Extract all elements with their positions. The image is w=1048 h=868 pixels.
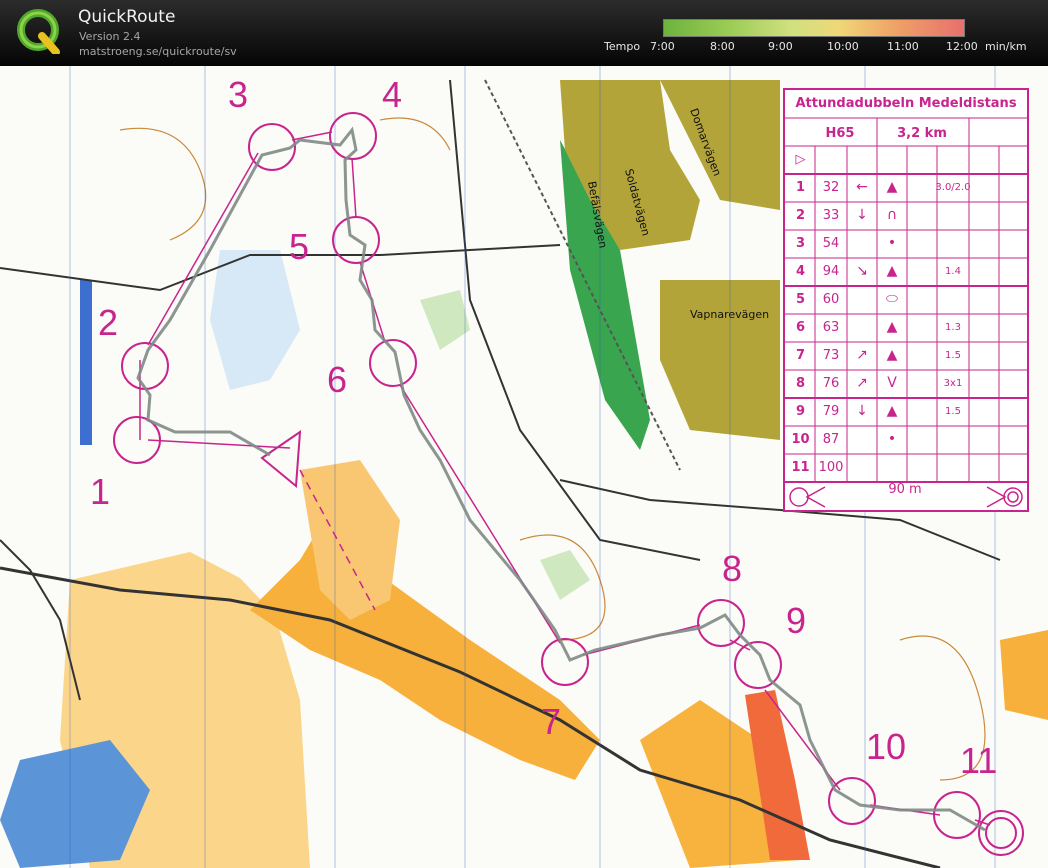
control-row-code: 73 [822, 348, 840, 363]
control-row-direction: ↓ [856, 403, 868, 419]
tempo-tick: 7:00 [650, 40, 675, 53]
control-row-number: 3 [795, 236, 806, 251]
control-row-dimension: 3x1 [943, 378, 963, 389]
tempo-tick: 8:00 [710, 40, 735, 53]
control-number-5: 5 [289, 226, 310, 267]
control-row-number: 7 [795, 348, 806, 363]
control-row-number: 2 [795, 208, 806, 223]
control-row-code: 33 [822, 208, 840, 223]
finish-circle-icon [986, 486, 1023, 508]
tempo-tick: 9:00 [768, 40, 793, 53]
control-row-feature: ▲ [886, 403, 898, 419]
control-row-direction: ↘ [856, 263, 868, 279]
tempo-tick: 11:00 [887, 40, 919, 53]
control-row-code: 76 [822, 376, 840, 391]
control-description-card: Attundadubbeln Medeldistans H65 3,2 km ▷… [783, 88, 1029, 512]
title-bar: QuickRoute Version 2.4 matstroeng.se/qui… [0, 0, 1048, 66]
control-row-feature: ▲ [886, 347, 898, 363]
quickroute-logo-icon [17, 9, 60, 54]
finish-marker-icon [789, 486, 826, 508]
course-length: 3,2 km [897, 126, 947, 141]
control-row-number: 1 [795, 180, 806, 195]
control-row-code: 94 [822, 264, 840, 279]
control-row-dimension: 1.5 [945, 406, 961, 417]
tempo-label: Tempo [604, 40, 641, 53]
control-row-dimension: 1.5 [945, 350, 961, 361]
control-number-8: 8 [722, 548, 743, 589]
control-row-direction: ↗ [856, 375, 868, 391]
control-row-direction: ↗ [856, 347, 868, 363]
control-row-number: 11 [791, 460, 810, 475]
control-row-feature: ▲ [886, 263, 898, 279]
app-url: matstroeng.se/quickroute/sv [79, 45, 237, 58]
control-row-feature: ⬭ [886, 291, 898, 307]
control-row-dimension: 1.3 [945, 322, 961, 333]
control-row-direction: ↓ [856, 207, 868, 223]
control-number-4: 4 [382, 74, 403, 115]
control-number-10: 10 [866, 726, 907, 767]
control-row-number: 8 [795, 376, 806, 391]
control-row-number: 5 [795, 292, 806, 307]
control-row-feature: ▲ [886, 179, 898, 195]
control-number-9: 9 [786, 600, 807, 641]
start-symbol-icon: ▷ [795, 152, 806, 167]
ditch [80, 280, 92, 445]
control-row-dimension: 3.0/2.0 [935, 182, 971, 193]
control-row-direction: ← [856, 179, 868, 195]
tempo-tick: 12:00 [946, 40, 978, 53]
tempo-color-scale [663, 19, 965, 37]
control-row-code: 32 [822, 180, 840, 195]
control-row-feature: ∩ [886, 207, 898, 223]
finish-distance: 90 m [888, 482, 922, 497]
control-row-number: 4 [795, 264, 806, 279]
control-row-code: 87 [822, 432, 840, 447]
course-class: H65 [825, 126, 855, 141]
control-row-number: 9 [795, 404, 806, 419]
control-row-dimension: 1.4 [945, 266, 961, 277]
app-version: Version 2.4 [79, 30, 141, 43]
control-number-2: 2 [98, 302, 119, 343]
control-row-code: 63 [822, 320, 840, 335]
control-row-code: 54 [822, 236, 840, 251]
control-row-code: 100 [818, 460, 844, 475]
app-title: QuickRoute [78, 7, 176, 27]
tempo-unit: min/km [985, 40, 1027, 53]
tempo-tick: 10:00 [827, 40, 859, 53]
control-number-7: 7 [541, 701, 562, 742]
control-row-code: 60 [822, 292, 840, 307]
control-row-number: 10 [791, 432, 810, 447]
control-number-1: 1 [90, 471, 111, 512]
street-label: Vapnarevägen [690, 308, 769, 321]
control-row-number: 6 [795, 320, 806, 335]
control-row-feature: ▲ [886, 319, 898, 335]
control-row-feature: V [887, 375, 897, 391]
control-row-code: 79 [822, 404, 840, 419]
control-row-feature: • [887, 235, 897, 251]
control-number-6: 6 [327, 359, 348, 400]
control-row-feature: • [887, 431, 897, 447]
control-number-3: 3 [228, 74, 249, 115]
open-field [1000, 630, 1048, 720]
event-title: Attundadubbeln Medeldistans [795, 96, 1017, 111]
control-number-11: 11 [960, 740, 998, 781]
